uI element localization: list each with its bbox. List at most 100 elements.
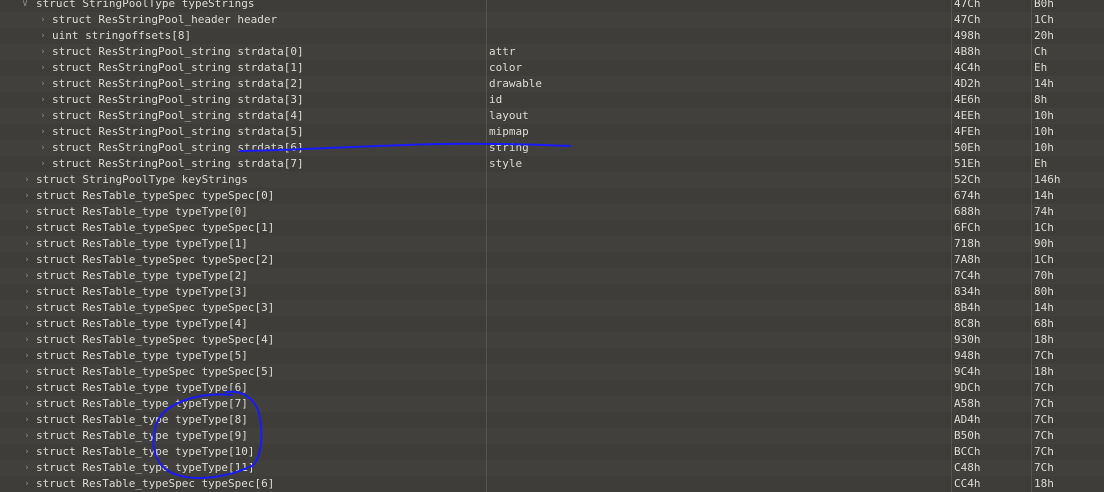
chevron-right-icon[interactable]: › bbox=[22, 428, 32, 444]
name-cell[interactable]: › struct ResStringPool_string strdata[4] bbox=[0, 108, 487, 124]
name-cell[interactable]: › struct ResStringPool_string strdata[1] bbox=[0, 60, 487, 76]
chevron-right-icon[interactable]: › bbox=[22, 268, 32, 284]
chevron-right-icon[interactable]: › bbox=[22, 332, 32, 348]
name-cell[interactable]: › struct ResStringPool_header header bbox=[0, 12, 487, 28]
name-cell[interactable]: › struct ResTable_type typeType[4] bbox=[0, 316, 487, 332]
name-cell[interactable]: › struct ResStringPool_string strdata[3] bbox=[0, 92, 487, 108]
name-cell[interactable]: › struct ResTable_type typeType[11] bbox=[0, 460, 487, 476]
name-cell[interactable]: › uint stringoffsets[8] bbox=[0, 28, 487, 44]
chevron-right-icon[interactable]: › bbox=[22, 460, 32, 476]
chevron-right-icon[interactable]: › bbox=[22, 236, 32, 252]
chevron-right-icon[interactable]: › bbox=[22, 396, 32, 412]
chevron-right-icon[interactable]: › bbox=[22, 316, 32, 332]
table-row[interactable]: ∨ struct StringPoolType typeStrings 47Ch B0… bbox=[0, 0, 1104, 12]
chevron-right-icon[interactable]: › bbox=[38, 140, 48, 156]
table-row[interactable]: › struct ResStringPool_string strdata[3] i… bbox=[0, 92, 1104, 108]
name-cell[interactable]: › struct ResTable_type typeType[2] bbox=[0, 268, 487, 284]
chevron-right-icon[interactable]: › bbox=[38, 92, 48, 108]
name-cell[interactable]: › struct ResStringPool_string strdata[6] bbox=[0, 140, 487, 156]
row-name: struct ResTable_typeSpec typeSpec[2] bbox=[36, 253, 275, 266]
value-cell bbox=[487, 444, 952, 460]
table-row[interactable]: › struct ResStringPool_string strdata[1] c… bbox=[0, 60, 1104, 76]
table-row[interactable]: › struct ResTable_type typeType[7] A58h 7Ch bbox=[0, 396, 1104, 412]
table-row[interactable]: › struct ResTable_typeSpec typeSpec[2] 7A8… bbox=[0, 252, 1104, 268]
table-row[interactable]: › struct ResTable_type typeType[9] B50h 7Ch bbox=[0, 428, 1104, 444]
chevron-right-icon[interactable]: › bbox=[22, 172, 32, 188]
chevron-right-icon[interactable]: › bbox=[38, 44, 48, 60]
value-cell bbox=[487, 412, 952, 428]
table-row[interactable]: › struct ResTable_type typeType[11] C48h 7C… bbox=[0, 460, 1104, 476]
table-row[interactable]: › uint stringoffsets[8] 498h 20h bbox=[0, 28, 1104, 44]
chevron-right-icon[interactable]: › bbox=[22, 300, 32, 316]
name-cell[interactable]: › struct ResTable_typeSpec typeSpec[1] bbox=[0, 220, 487, 236]
name-cell[interactable]: › struct StringPoolType keyStrings bbox=[0, 172, 487, 188]
chevron-right-icon[interactable]: › bbox=[22, 348, 32, 364]
table-row[interactable]: › struct ResTable_typeSpec typeSpec[0] 674… bbox=[0, 188, 1104, 204]
start-cell: 9C4h bbox=[952, 364, 1032, 380]
table-row[interactable]: › struct ResTable_type typeType[10] BCCh 7C… bbox=[0, 444, 1104, 460]
chevron-right-icon[interactable]: › bbox=[22, 364, 32, 380]
chevron-right-icon[interactable]: › bbox=[22, 204, 32, 220]
name-cell[interactable]: › struct ResTable_type typeType[7] bbox=[0, 396, 487, 412]
chevron-right-icon[interactable]: › bbox=[22, 220, 32, 236]
chevron-right-icon[interactable]: › bbox=[38, 156, 48, 172]
name-cell[interactable]: › struct ResStringPool_string strdata[5] bbox=[0, 124, 487, 140]
table-row[interactable]: › struct ResTable_typeSpec typeSpec[5] 9C4… bbox=[0, 364, 1104, 380]
chevron-right-icon[interactable]: › bbox=[38, 76, 48, 92]
table-row[interactable]: › struct ResTable_type typeType[8] AD4h 7Ch bbox=[0, 412, 1104, 428]
name-cell[interactable]: › struct ResStringPool_string strdata[7] bbox=[0, 156, 487, 172]
chevron-right-icon[interactable]: › bbox=[38, 12, 48, 28]
table-row[interactable]: › struct ResStringPool_string strdata[4] l… bbox=[0, 108, 1104, 124]
start-cell: 51Eh bbox=[952, 156, 1032, 172]
value-cell: layout bbox=[487, 108, 952, 124]
name-cell[interactable]: › struct ResTable_type typeType[3] bbox=[0, 284, 487, 300]
table-row[interactable]: › struct ResStringPool_string strdata[6] s… bbox=[0, 140, 1104, 156]
table-row[interactable]: › struct ResTable_type typeType[6] 9DCh 7Ch bbox=[0, 380, 1104, 396]
chevron-right-icon[interactable]: › bbox=[22, 188, 32, 204]
name-cell[interactable]: › struct ResTable_typeSpec typeSpec[4] bbox=[0, 332, 487, 348]
chevron-right-icon[interactable]: › bbox=[22, 284, 32, 300]
chevron-right-icon[interactable]: › bbox=[22, 444, 32, 460]
chevron-right-icon[interactable]: › bbox=[38, 108, 48, 124]
chevron-right-icon[interactable]: › bbox=[38, 28, 48, 44]
name-cell[interactable]: › struct ResTable_type typeType[10] bbox=[0, 444, 487, 460]
table-row[interactable]: › struct ResTable_type typeType[3] 834h 80h bbox=[0, 284, 1104, 300]
table-row[interactable]: › struct ResStringPool_string strdata[0] a… bbox=[0, 44, 1104, 60]
name-cell[interactable]: › struct ResTable_type typeType[8] bbox=[0, 412, 487, 428]
table-row[interactable]: › struct ResTable_type typeType[4] 8C8h 68h bbox=[0, 316, 1104, 332]
name-cell[interactable]: › struct ResTable_type typeType[1] bbox=[0, 236, 487, 252]
table-row[interactable]: › struct StringPoolType keyStrings 52Ch 146… bbox=[0, 172, 1104, 188]
start-cell: 6FCh bbox=[952, 220, 1032, 236]
chevron-right-icon[interactable]: › bbox=[38, 124, 48, 140]
table-row[interactable]: › struct ResStringPool_string strdata[2] d… bbox=[0, 76, 1104, 92]
chevron-right-icon[interactable]: › bbox=[38, 60, 48, 76]
table-row[interactable]: › struct ResTable_type typeType[0] 688h 74h bbox=[0, 204, 1104, 220]
table-row[interactable]: › struct ResStringPool_string strdata[5] m… bbox=[0, 124, 1104, 140]
name-cell[interactable]: › struct ResTable_typeSpec typeSpec[5] bbox=[0, 364, 487, 380]
name-cell[interactable]: › struct ResStringPool_string strdata[2] bbox=[0, 76, 487, 92]
table-row[interactable]: › struct ResStringPool_header header 47Ch 1… bbox=[0, 12, 1104, 28]
chevron-right-icon[interactable]: › bbox=[22, 412, 32, 428]
chevron-down-icon[interactable]: ∨ bbox=[20, 0, 30, 12]
chevron-right-icon[interactable]: › bbox=[22, 380, 32, 396]
start-cell: 948h bbox=[952, 348, 1032, 364]
table-row[interactable]: › struct ResTable_typeSpec typeSpec[4] 930… bbox=[0, 332, 1104, 348]
name-cell[interactable]: › struct ResTable_type typeType[5] bbox=[0, 348, 487, 364]
table-row[interactable]: › struct ResTable_type typeType[5] 948h 7Ch bbox=[0, 348, 1104, 364]
name-cell[interactable]: ∨ struct StringPoolType typeStrings bbox=[0, 0, 487, 12]
table-row[interactable]: › struct ResTable_typeSpec typeSpec[3] 8B4… bbox=[0, 300, 1104, 316]
name-cell[interactable]: › struct ResTable_type typeType[0] bbox=[0, 204, 487, 220]
name-cell[interactable]: › struct ResStringPool_string strdata[0] bbox=[0, 44, 487, 60]
start-cell: 674h bbox=[952, 188, 1032, 204]
name-cell[interactable]: › struct ResTable_typeSpec typeSpec[0] bbox=[0, 188, 487, 204]
table-row[interactable]: › struct ResTable_type typeType[1] 718h 90h bbox=[0, 236, 1104, 252]
value-cell bbox=[487, 284, 952, 300]
name-cell[interactable]: › struct ResTable_type typeType[9] bbox=[0, 428, 487, 444]
table-row[interactable]: › struct ResStringPool_string strdata[7] s… bbox=[0, 156, 1104, 172]
name-cell[interactable]: › struct ResTable_type typeType[6] bbox=[0, 380, 487, 396]
table-row[interactable]: › struct ResTable_type typeType[2] 7C4h 70h bbox=[0, 268, 1104, 284]
table-row[interactable]: › struct ResTable_typeSpec typeSpec[1] 6FC… bbox=[0, 220, 1104, 236]
chevron-right-icon[interactable]: › bbox=[22, 252, 32, 268]
name-cell[interactable]: › struct ResTable_typeSpec typeSpec[2] bbox=[0, 252, 487, 268]
name-cell[interactable]: › struct ResTable_typeSpec typeSpec[3] bbox=[0, 300, 487, 316]
